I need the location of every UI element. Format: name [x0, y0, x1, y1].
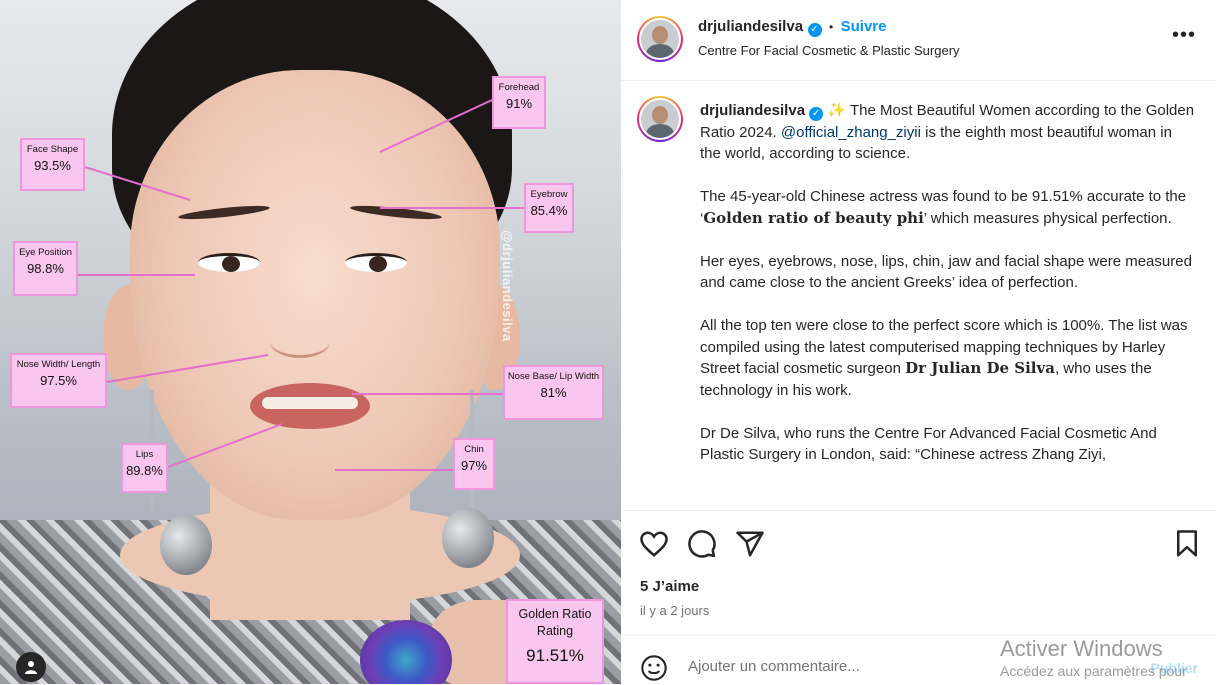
label-value: 97.5% [40, 373, 77, 388]
label-eye-position: Eye Position 98.8% [13, 241, 78, 296]
right-earring [442, 508, 494, 568]
activate-windows-subtitle: Accédez aux paramètres pour [1000, 663, 1187, 679]
author-avatar[interactable] [637, 16, 683, 62]
label-value: 89.8% [126, 463, 163, 478]
label-title: Nose Width/ Length [16, 359, 101, 370]
label-title: Face Shape [26, 144, 79, 155]
post-header: drjuliandesilva ✓ • Suivre Centre For Fa… [621, 0, 1216, 81]
label-title: Chin [464, 444, 484, 455]
label-title: Eye Position [19, 247, 72, 258]
label-nose-base-lip-width: Nose Base/ Lip Width 81% [503, 365, 604, 420]
author-subtitle[interactable]: Centre For Facial Cosmetic & Plastic Sur… [698, 43, 960, 58]
nose [270, 325, 330, 358]
header-name-row: drjuliandesilva ✓ • Suivre [698, 18, 886, 37]
emoji-icon[interactable] [640, 654, 668, 682]
face [130, 70, 500, 520]
activate-windows-title: Activer Windows [1000, 636, 1163, 661]
label-value: 97% [460, 458, 488, 473]
mention-link[interactable]: @official_zhang_ziyii [781, 124, 921, 141]
caption-p2-bold: Golden ratio of beauty phi [703, 208, 924, 227]
tagged-user-icon[interactable] [16, 652, 46, 682]
label-golden-ratio-rating: Golden Ratio Rating 91.51% [506, 599, 604, 684]
label-nose-width-length: Nose Width/ Length 97.5% [10, 353, 107, 408]
share-icon[interactable] [735, 529, 765, 559]
caption-p5: Dr De Silva, who runs the Centre For Adv… [700, 424, 1157, 464]
label-title: Eyebrow [530, 189, 568, 200]
label-eyebrow: Eyebrow 85.4% [524, 183, 574, 233]
label-value: 91% [505, 96, 533, 111]
follow-button[interactable]: Suivre [841, 18, 887, 35]
teeth [262, 397, 358, 409]
comment-input[interactable]: Ajouter un commentaire... [688, 658, 860, 675]
activate-windows-watermark: Activer Windows Accédez aux paramètres p… [1000, 636, 1187, 679]
likes-count[interactable]: 5 J’aime [640, 578, 699, 595]
label-value: 93.5% [34, 158, 71, 173]
label-chin: Chin 97% [453, 438, 495, 490]
verified-badge-icon: ✓ [809, 107, 824, 121]
separator-dot: • [828, 20, 834, 34]
watermark: @drjuliandesilva [500, 230, 515, 342]
label-title: Lips [135, 449, 154, 460]
caption-p2-b: ’ which measures physical perfection. [923, 209, 1172, 227]
label-lips: Lips 89.8% [121, 443, 168, 493]
label-face-shape: Face Shape 93.5% [20, 138, 85, 191]
label-value: 81% [540, 385, 567, 400]
label-value: 91.51% [526, 646, 584, 665]
comment-icon[interactable] [687, 529, 717, 559]
save-bookmark-icon[interactable] [1172, 529, 1202, 559]
caption-text: drjuliandesilva ✓ ✨ The Most Beautiful W… [700, 100, 1195, 487]
label-title: Nose Base/ Lip Width [507, 371, 600, 382]
post-actions: 5 J’aime il y a 2 jours [621, 510, 1216, 636]
left-earring [160, 515, 212, 575]
caption-username[interactable]: drjuliandesilva [700, 102, 805, 119]
caption-area: drjuliandesilva ✓ ✨ The Most Beautiful W… [621, 80, 1216, 510]
left-eye [198, 253, 260, 272]
label-value: 85.4% [530, 203, 568, 218]
label-title: Forehead [498, 82, 540, 93]
right-eye [345, 253, 407, 272]
caption-p4-bold: Dr Julian De Silva [905, 359, 1055, 377]
verified-badge-icon: ✓ [807, 23, 822, 37]
label-forehead: Forehead 91% [492, 76, 546, 129]
sparkle-emoji: ✨ [827, 102, 847, 119]
like-heart-icon[interactable] [639, 529, 669, 559]
post-date[interactable]: il y a 2 jours [640, 603, 709, 618]
author-username[interactable]: drjuliandesilva [698, 18, 803, 35]
caption-p3: Her eyes, eyebrows, nose, lips, chin, ja… [700, 252, 1192, 292]
label-title: Golden Ratio Rating [518, 607, 592, 638]
more-options-icon[interactable]: ••• [1172, 24, 1196, 47]
post-image[interactable]: @drjuliandesilva Forehead 91% Face Shape… [0, 0, 621, 684]
caption-avatar[interactable] [637, 96, 683, 142]
label-value: 98.8% [27, 261, 64, 276]
